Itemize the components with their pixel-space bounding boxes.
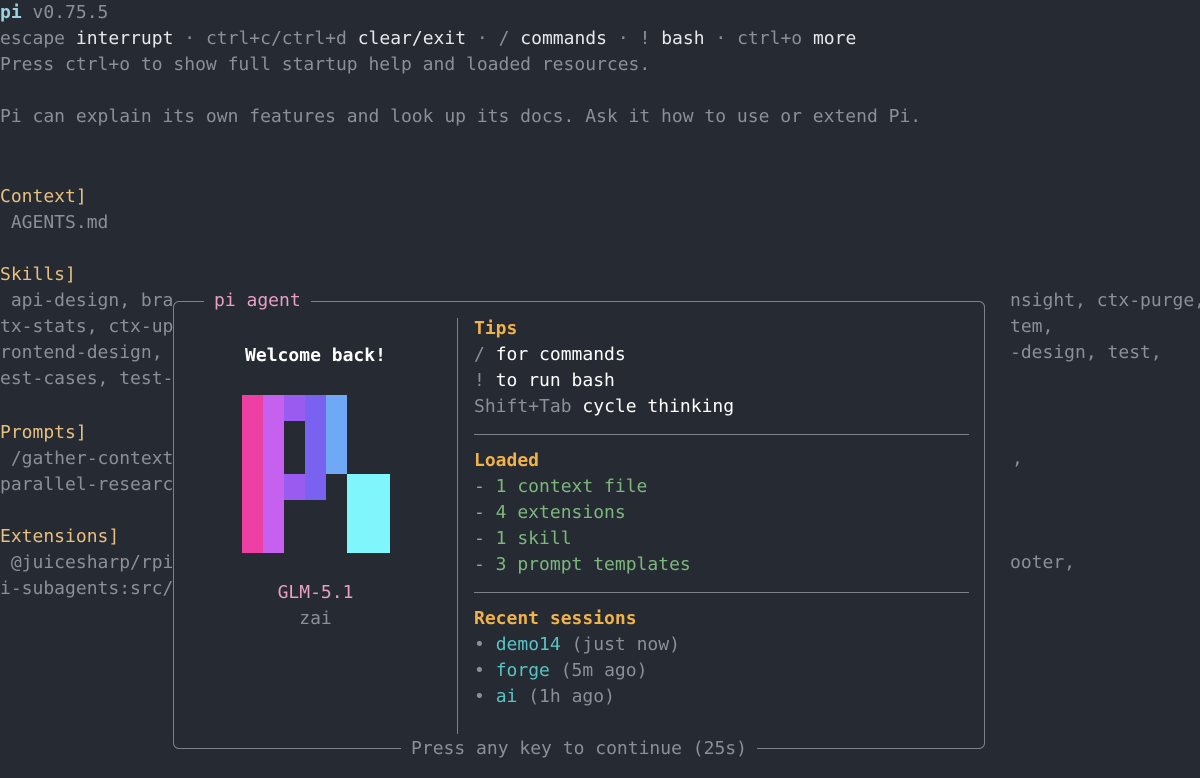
separator: · <box>715 28 727 49</box>
session-time: (just now) <box>571 634 680 655</box>
skills-line-right: -design, test, <box>1010 342 1162 363</box>
tip-item: / for commands <box>474 342 626 368</box>
bullet-icon: • <box>474 634 485 655</box>
section-divider <box>474 434 969 435</box>
pi-logo-icon <box>242 395 390 553</box>
skills-line: api-design, bra <box>0 290 174 311</box>
prompts-line: parallel-researc <box>0 474 174 495</box>
bullet-icon: • <box>474 686 485 707</box>
separator: · <box>476 28 488 49</box>
shortcut-action: bash <box>661 28 705 49</box>
extensions-line-right: ooter, <box>1010 552 1076 573</box>
extensions-line: i-subagents:src/ <box>0 578 174 599</box>
shortcut-key: / <box>498 28 510 49</box>
shortcut-action: more <box>812 28 857 49</box>
dialog-title: pi agent <box>204 288 311 314</box>
loaded-item: - 3 prompt templates <box>474 554 691 575</box>
model-name: GLM-5.1 <box>277 582 354 603</box>
loaded-item: - 1 skill <box>474 528 572 549</box>
session-name[interactable]: demo14 <box>496 634 561 655</box>
session-item[interactable]: • ai (1h ago) <box>474 684 615 710</box>
session-name[interactable]: ai <box>496 686 518 707</box>
recent-sessions-heading: Recent sessions <box>474 608 637 629</box>
app-name: pi <box>0 2 22 23</box>
version-line: pi v0.75.5 <box>0 0 108 26</box>
dialog-divider <box>457 318 458 734</box>
skills-line-right: nsight, ctx-purge, <box>1010 290 1200 311</box>
shortcut-key: escape <box>0 28 66 49</box>
shortcuts-line: escape interrupt · ctrl+c/ctrl+d clear/e… <box>0 26 856 52</box>
extensions-heading: Extensions] <box>0 526 120 547</box>
separator: · <box>617 28 629 49</box>
loaded-item: - 1 context file <box>474 476 648 497</box>
skills-line: rontend-design, <box>0 342 174 363</box>
section-divider <box>474 592 969 593</box>
provider-name: zai <box>299 608 332 629</box>
tip-key: ! <box>474 370 485 391</box>
session-item[interactable]: • demo14 (just now) <box>474 632 680 658</box>
help-hint: Press ctrl+o to show full startup help a… <box>0 54 651 75</box>
tips-heading: Tips <box>474 318 518 339</box>
skills-line-right: tem, <box>1010 316 1054 337</box>
skills-line: est-cases, test- <box>0 368 174 389</box>
tip-text: cycle thinking <box>582 396 735 417</box>
intro-text: Pi can explain its own features and look… <box>0 106 922 127</box>
skills-heading: Skills] <box>0 264 76 285</box>
welcome-message: Welcome back! <box>245 345 386 366</box>
session-name[interactable]: forge <box>496 660 550 681</box>
session-item[interactable]: • forge (5m ago) <box>474 658 647 684</box>
tip-item: ! to run bash <box>474 368 615 394</box>
prompts-line: /gather-context <box>0 448 174 469</box>
prompts-line-right: , <box>1012 448 1023 469</box>
tip-item: Shift+Tab cycle thinking <box>474 394 734 420</box>
skills-line: tx-stats, ctx-up <box>0 316 174 337</box>
loaded-item: - 4 extensions <box>474 502 626 523</box>
session-time: (1h ago) <box>528 686 615 707</box>
prompts-heading: Prompts] <box>0 422 87 443</box>
welcome-dialog[interactable]: pi agent Welcome back! GLM-5.1 zai Tips … <box>173 288 985 759</box>
extensions-line: @juicesharp/rpi <box>0 552 174 573</box>
shortcut-action: commands <box>520 28 607 49</box>
shortcut-key: ! <box>639 28 651 49</box>
separator: · <box>184 28 196 49</box>
bullet-icon: • <box>474 660 485 681</box>
shortcut-key: ctrl+o <box>737 28 803 49</box>
dialog-footer: Press any key to continue (25s) <box>174 736 984 762</box>
tip-key: / <box>474 344 485 365</box>
context-item: AGENTS.md <box>0 212 109 233</box>
tip-text: to run bash <box>495 370 615 391</box>
context-heading: Context] <box>0 186 87 207</box>
shortcut-action: interrupt <box>75 28 174 49</box>
tip-key: Shift+Tab <box>474 396 572 417</box>
continue-prompt: Press any key to continue (25s) <box>401 738 757 759</box>
session-time: (5m ago) <box>560 660 648 681</box>
loaded-heading: Loaded <box>474 450 540 471</box>
tip-text: for commands <box>495 344 626 365</box>
shortcut-action: clear/exit <box>357 28 467 49</box>
app-version: v0.75.5 <box>32 2 109 23</box>
shortcut-key: ctrl+c/ctrl+d <box>205 28 347 49</box>
